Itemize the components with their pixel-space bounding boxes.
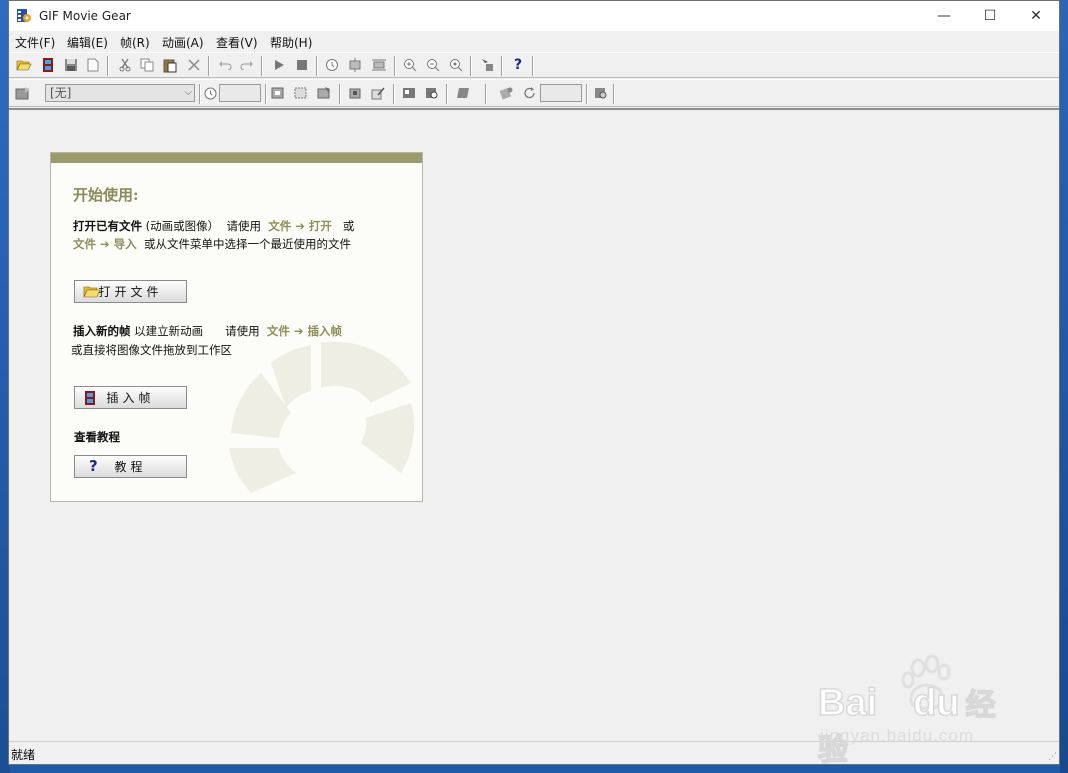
new-document-icon[interactable] — [83, 56, 103, 74]
frame-align-icon[interactable] — [399, 84, 419, 102]
main-toolbar: ? — [9, 52, 1059, 78]
help-icon[interactable]: ? — [508, 56, 528, 74]
gear-watermark-icon — [229, 341, 415, 493]
disposal-icon[interactable] — [314, 84, 334, 102]
panel-header-bar — [51, 153, 422, 163]
file-open-link[interactable]: 文件 ➔ 打开 — [268, 219, 332, 233]
insert-instructions-line2: 或直接将图像文件拖放到工作区 — [71, 343, 232, 357]
undo-icon[interactable] — [215, 56, 235, 74]
frame-zoom-icon[interactable] — [422, 84, 442, 102]
baidu-url: jingyan.baidu.com — [820, 726, 975, 745]
loop-settings-icon[interactable] — [496, 84, 516, 102]
insert-frame-icon[interactable] — [38, 56, 58, 74]
menu-file[interactable]: 文件(F) — [15, 34, 55, 51]
preview-icon[interactable] — [591, 84, 611, 102]
save-icon[interactable] — [61, 56, 81, 74]
tutorial-heading: 查看教程 — [74, 430, 120, 444]
minimize-button[interactable]: — — [921, 1, 967, 31]
play-icon[interactable] — [269, 56, 289, 74]
open-folder-icon — [83, 286, 101, 298]
timing-icon[interactable] — [322, 56, 342, 74]
open-file-button[interactable]: 打开文件 — [74, 280, 187, 303]
baidu-brand-bai: Bai — [817, 681, 878, 725]
resize-grip-icon[interactable]: ⋰ — [1048, 752, 1057, 762]
open-use-text: 请使用 — [226, 219, 261, 233]
window-title: GIF Movie Gear — [39, 9, 131, 23]
getting-started-panel: 开始使用: 打开已有文件 (动画或图像） 请使用 文件 ➔ 打开 或 文件 ➔ … — [50, 152, 423, 502]
open-instructions-line1: 打开已有文件 (动画或图像） 请使用 文件 ➔ 打开 或 — [73, 218, 354, 234]
desktop-edge-right — [1060, 0, 1068, 773]
title-bar[interactable]: GIF Movie Gear — ☐ ✕ — [9, 1, 1059, 31]
frame-position-icon[interactable] — [268, 84, 288, 102]
menu-animation[interactable]: 动画(A) — [162, 34, 204, 51]
crop-icon[interactable] — [369, 56, 389, 74]
insert-frame-label: 插入新的帧 — [73, 324, 131, 338]
file-import-link[interactable]: 文件 ➔ 导入 — [73, 237, 137, 251]
delete-icon[interactable] — [184, 56, 204, 74]
menu-frame[interactable]: 帧(R) — [120, 34, 150, 51]
gif-movie-gear-icon — [17, 9, 31, 22]
zoom-in-icon[interactable] — [400, 56, 420, 74]
open-file-button-label: 打开文件 — [98, 285, 163, 299]
open-file-label: 打开已有文件 — [73, 219, 142, 233]
insert-use-text: 请使用 — [225, 324, 260, 338]
palette-select[interactable]: [无] ⌵ — [45, 84, 195, 102]
delay-input[interactable] — [219, 84, 261, 102]
loop-icon — [520, 84, 540, 102]
loop-count-input[interactable] — [540, 84, 582, 102]
menu-edit[interactable]: 编辑(E) — [67, 34, 108, 51]
open-file-paren: (动画或图像） — [145, 219, 220, 233]
paste-icon[interactable] — [160, 56, 180, 74]
optimize-icon[interactable] — [345, 84, 365, 102]
redo-icon[interactable] — [237, 56, 257, 74]
help-icon: ? — [89, 457, 98, 475]
zoom-fit-icon[interactable] — [446, 56, 466, 74]
insert-frame-button[interactable]: 插入帧 — [74, 386, 187, 409]
resize-icon[interactable] — [345, 56, 365, 74]
frame-shape-icon[interactable] — [453, 84, 473, 102]
insert-instructions-line1: 插入新的帧 以建立新动画 请使用 文件 ➔ 插入帧 — [73, 323, 342, 339]
tutorial-button[interactable]: ? 教程 — [74, 455, 187, 478]
frame-properties-icon[interactable] — [13, 84, 33, 102]
menu-bar: 文件(F) 编辑(E) 帧(R) 动画(A) 查看(V) 帮助(H) — [9, 31, 1059, 52]
frame-toolbar: [无] ⌵ — [9, 79, 1059, 107]
edit-frame-icon[interactable] — [368, 84, 388, 102]
film-frame-icon — [85, 391, 95, 405]
cut-icon[interactable] — [115, 56, 135, 74]
baidu-watermark: Bai du 经验 jingyan.baidu.com — [817, 650, 1018, 768]
baidu-brand-du: du — [912, 681, 960, 725]
insert-frame-button-label: 插入帧 — [106, 391, 155, 405]
transparency-icon[interactable] — [291, 84, 311, 102]
panel-title: 开始使用: — [73, 186, 139, 204]
select-icon[interactable] — [477, 56, 497, 74]
open-folder-icon[interactable] — [14, 56, 34, 74]
workspace[interactable]: 开始使用: 打开已有文件 (动画或图像） 请使用 文件 ➔ 打开 或 文件 ➔ … — [9, 108, 1059, 742]
copy-icon[interactable] — [137, 56, 157, 74]
menu-help[interactable]: 帮助(H) — [270, 34, 312, 51]
status-text: 就绪 — [11, 748, 36, 762]
stop-icon[interactable] — [292, 56, 312, 74]
baidu-brand: Bai du 经验 — [817, 680, 1018, 770]
delay-clock-icon — [200, 84, 220, 102]
maximize-button[interactable]: ☐ — [967, 1, 1013, 31]
file-insert-frame-link[interactable]: 文件 ➔ 插入帧 — [267, 324, 342, 338]
insert-frame-text: 以建立新动画 — [134, 324, 204, 338]
open-or-text: 或 — [342, 219, 355, 233]
zoom-out-icon[interactable] — [423, 56, 443, 74]
open-instructions-line2: 文件 ➔ 导入 或从文件菜单中选择一个最近使用的文件 — [73, 236, 351, 252]
open-recent-text: 或从文件菜单中选择一个最近使用的文件 — [143, 237, 351, 251]
close-button[interactable]: ✕ — [1013, 1, 1059, 31]
tutorial-button-label: 教程 — [114, 460, 147, 474]
palette-select-value: [无] — [50, 86, 72, 100]
menu-view[interactable]: 查看(V) — [216, 34, 258, 51]
chevron-down-icon: ⌵ — [184, 87, 192, 98]
